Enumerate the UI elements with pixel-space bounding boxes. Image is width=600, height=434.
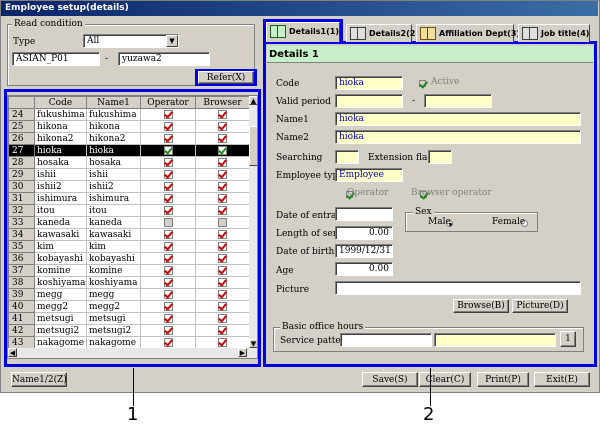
- extension-flag-field[interactable]: [428, 150, 452, 164]
- service-pattern-name-field: [434, 333, 556, 347]
- searching-field[interactable]: [335, 150, 359, 164]
- basic-office-hours-label: Basic office hours: [280, 322, 366, 332]
- browse-button[interactable]: Browse(B): [453, 299, 509, 313]
- browser-operator-label: Browser operator: [411, 188, 492, 198]
- read-condition-label: Read condition: [12, 19, 85, 29]
- clear-button[interactable]: Clear(C): [419, 372, 471, 387]
- picture-label: Picture: [276, 285, 310, 295]
- tab-affiliation-dept[interactable]: Affiliation Dept(3): [416, 24, 520, 42]
- type-select[interactable]: All ▼: [83, 34, 179, 48]
- picture-field[interactable]: [335, 281, 581, 295]
- female-label: Female: [492, 217, 526, 227]
- type-label: Type: [13, 37, 36, 47]
- code-from-input[interactable]: ASIAN_P01: [12, 52, 100, 66]
- length-of-service-field[interactable]: 0.00: [335, 226, 393, 240]
- valid-from-field[interactable]: [335, 94, 403, 108]
- folder-icon: [420, 27, 436, 40]
- callout-line-left: [133, 368, 134, 406]
- range-separator: -: [105, 54, 109, 64]
- code-label: Code: [276, 79, 300, 89]
- tab-details1[interactable]: Details1(1): [266, 22, 340, 42]
- callout-number-2: 2: [423, 404, 435, 425]
- exit-button[interactable]: Exit(E): [534, 372, 590, 387]
- age-label: Age: [276, 266, 294, 276]
- tab-details2[interactable]: Details2(2): [346, 24, 419, 42]
- male-label: Male: [428, 217, 451, 227]
- operator-label: Operator: [347, 188, 389, 198]
- valid-separator: -: [412, 96, 416, 106]
- window-title: Employee setup(details): [1, 1, 598, 16]
- picture-button[interactable]: Picture(D): [512, 299, 568, 313]
- book-icon: [270, 25, 286, 38]
- code-to-input[interactable]: yuzawa2: [118, 52, 210, 66]
- extension-flag-label: Extension flag: [368, 153, 434, 163]
- refer-button[interactable]: Refer(X): [198, 71, 254, 84]
- callout-number-1: 1: [127, 404, 139, 425]
- date-of-entrance-field[interactable]: [335, 207, 393, 221]
- date-of-birth-label: Date of birth: [276, 247, 335, 257]
- book-icon: [522, 27, 538, 40]
- searching-label: Searching: [276, 153, 323, 163]
- name2-label: Name2: [276, 133, 309, 143]
- valid-to-field[interactable]: [424, 94, 492, 108]
- name2-field[interactable]: hioka: [335, 130, 581, 144]
- tab-job-title[interactable]: Job title(4): [518, 24, 590, 42]
- chevron-down-icon[interactable]: ▼: [166, 35, 178, 47]
- valid-period-label: Valid period: [276, 97, 331, 107]
- callout-line-right: [430, 368, 431, 406]
- service-pattern-field[interactable]: [340, 333, 432, 347]
- age-field[interactable]: 0.00: [335, 262, 393, 276]
- details-highlight-frame: [263, 41, 597, 367]
- service-pattern-lookup-button[interactable]: 1: [560, 331, 576, 347]
- type-select-value: All: [87, 36, 100, 46]
- save-button[interactable]: Save(S): [362, 372, 418, 387]
- name1-label: Name1: [276, 115, 309, 125]
- employee-type-field[interactable]: Employee: [335, 168, 403, 182]
- book-icon: [350, 27, 366, 40]
- grid-highlight-frame: [4, 89, 261, 367]
- active-checkbox[interactable]: [419, 80, 426, 87]
- date-of-birth-field[interactable]: 1999/12/31: [335, 244, 393, 258]
- name1-field[interactable]: hioka: [335, 112, 581, 126]
- code-field[interactable]: hioka: [335, 76, 403, 90]
- name-toggle-button[interactable]: Name1/2(Z): [11, 372, 67, 387]
- print-button[interactable]: Print(P): [477, 372, 529, 387]
- active-label: Active: [431, 77, 460, 87]
- employee-type-label: Employee type: [276, 171, 344, 181]
- details-header: Details 1: [267, 46, 593, 63]
